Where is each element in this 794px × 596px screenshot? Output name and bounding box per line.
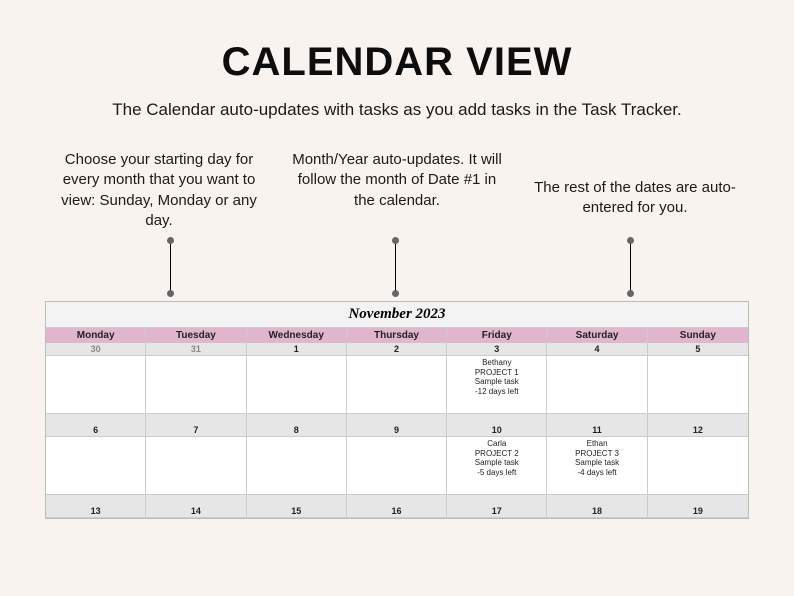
callouts-row: Choose your starting day for every month… bbox=[40, 150, 754, 231]
day-headers: MondayTuesdayWednesdayThursdayFridaySatu… bbox=[46, 328, 748, 343]
date-cell: 14 bbox=[146, 505, 246, 518]
date-cell: 13 bbox=[46, 505, 146, 518]
gap-cell bbox=[648, 414, 748, 424]
task-line: PROJECT 1 bbox=[449, 368, 544, 378]
day-header: Saturday bbox=[547, 328, 647, 343]
content-cell bbox=[46, 437, 146, 495]
date-cell: 18 bbox=[547, 505, 647, 518]
date-cell: 3 bbox=[447, 343, 547, 356]
task-line: Carla bbox=[449, 439, 544, 449]
content-cell bbox=[547, 356, 647, 414]
gap-cell bbox=[447, 495, 547, 505]
content-cell bbox=[648, 356, 748, 414]
gap-cell bbox=[648, 495, 748, 505]
content-cell bbox=[146, 356, 246, 414]
content-cell bbox=[347, 437, 447, 495]
content-cell bbox=[347, 356, 447, 414]
task-line: -4 days left bbox=[549, 468, 644, 478]
pointer-3 bbox=[630, 241, 631, 293]
day-header: Sunday bbox=[648, 328, 748, 343]
page-title: CALENDAR VIEW bbox=[40, 40, 754, 85]
callout-2: Month/Year auto-updates. It will follow … bbox=[292, 150, 502, 231]
gap-cell bbox=[447, 414, 547, 424]
content-cell: BethanyPROJECT 1Sample task-12 days left bbox=[447, 356, 547, 414]
month-title: November 2023 bbox=[46, 302, 748, 328]
content-cell: CarlaPROJECT 2Sample task-5 days left bbox=[447, 437, 547, 495]
date-cell: 4 bbox=[547, 343, 647, 356]
gap-cell bbox=[46, 495, 146, 505]
task-line: PROJECT 2 bbox=[449, 449, 544, 459]
date-cell: 9 bbox=[347, 424, 447, 437]
date-cell: 7 bbox=[146, 424, 246, 437]
day-header: Thursday bbox=[347, 328, 447, 343]
date-cell: 1 bbox=[247, 343, 347, 356]
date-cell: 12 bbox=[648, 424, 748, 437]
content-row: BethanyPROJECT 1Sample task-12 days left bbox=[46, 356, 748, 414]
weeks: 303112345BethanyPROJECT 1Sample task-12 … bbox=[46, 343, 748, 518]
callout-3: The rest of the dates are auto-entered f… bbox=[530, 150, 740, 231]
date-cell: 19 bbox=[648, 505, 748, 518]
pointer-2 bbox=[395, 241, 396, 293]
date-cell: 6 bbox=[46, 424, 146, 437]
gap-cell bbox=[146, 495, 246, 505]
day-header: Tuesday bbox=[146, 328, 246, 343]
date-cell: 30 bbox=[46, 343, 146, 356]
date-cell: 5 bbox=[648, 343, 748, 356]
day-header: Wednesday bbox=[247, 328, 347, 343]
content-row: CarlaPROJECT 2Sample task-5 days leftEth… bbox=[46, 437, 748, 495]
gap-cell bbox=[46, 414, 146, 424]
content-cell bbox=[46, 356, 146, 414]
date-row: 6789101112 bbox=[46, 424, 748, 437]
task-line: Sample task bbox=[449, 377, 544, 387]
date-cell: 17 bbox=[447, 505, 547, 518]
calendar-sheet: November 2023 MondayTuesdayWednesdayThur… bbox=[45, 301, 749, 519]
gap-cell bbox=[146, 414, 246, 424]
gap-cell bbox=[547, 414, 647, 424]
gap-cell bbox=[547, 495, 647, 505]
date-row: 303112345 bbox=[46, 343, 748, 356]
date-row: 13141516171819 bbox=[46, 505, 748, 518]
gap-cell bbox=[347, 414, 447, 424]
task-line: Ethan bbox=[549, 439, 644, 449]
gap-cell bbox=[247, 414, 347, 424]
content-cell bbox=[247, 437, 347, 495]
task-line: Bethany bbox=[449, 358, 544, 368]
pointer-1 bbox=[170, 241, 171, 293]
task-line: Sample task bbox=[449, 458, 544, 468]
page-subtitle: The Calendar auto-updates with tasks as … bbox=[40, 100, 754, 120]
content-cell bbox=[247, 356, 347, 414]
gap-row bbox=[46, 414, 748, 424]
task-line: -5 days left bbox=[449, 468, 544, 478]
date-cell: 15 bbox=[247, 505, 347, 518]
gap-cell bbox=[347, 495, 447, 505]
day-header: Monday bbox=[46, 328, 146, 343]
content-cell bbox=[146, 437, 246, 495]
content-cell: EthanPROJECT 3Sample task-4 days left bbox=[547, 437, 647, 495]
task-line: Sample task bbox=[549, 458, 644, 468]
date-cell: 16 bbox=[347, 505, 447, 518]
date-cell: 2 bbox=[347, 343, 447, 356]
task-line: -12 days left bbox=[449, 387, 544, 397]
date-cell: 31 bbox=[146, 343, 246, 356]
gap-row bbox=[46, 495, 748, 505]
pointer-lines bbox=[40, 241, 754, 301]
date-cell: 11 bbox=[547, 424, 647, 437]
content-cell bbox=[648, 437, 748, 495]
callout-1: Choose your starting day for every month… bbox=[54, 150, 264, 231]
task-line: PROJECT 3 bbox=[549, 449, 644, 459]
date-cell: 8 bbox=[247, 424, 347, 437]
day-header: Friday bbox=[447, 328, 547, 343]
date-cell: 10 bbox=[447, 424, 547, 437]
gap-cell bbox=[247, 495, 347, 505]
